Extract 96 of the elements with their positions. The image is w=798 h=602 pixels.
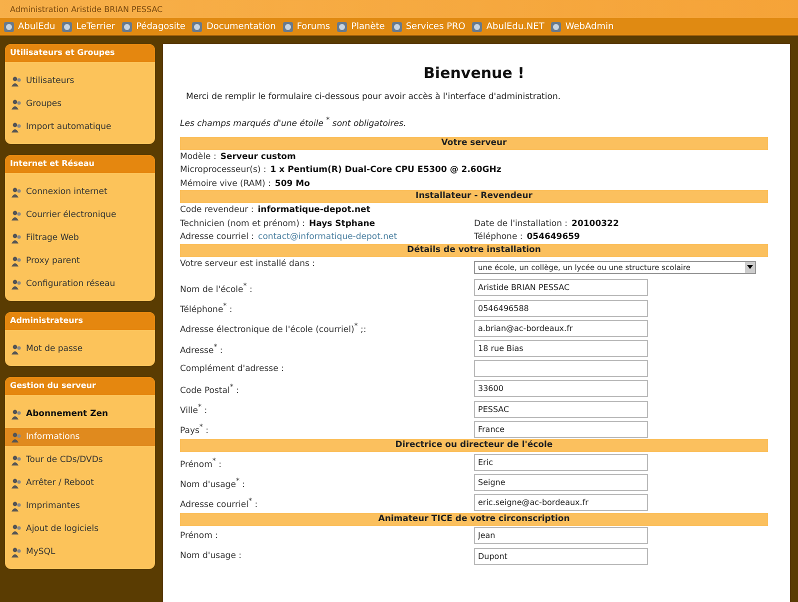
person-icon [11, 122, 22, 132]
email-link[interactable]: contact@informatique-depot.net [258, 232, 398, 242]
person-icon [11, 232, 22, 244]
person-icon [11, 500, 22, 512]
info-label: Microprocesseur(s) : [180, 165, 266, 176]
person-icon [11, 344, 22, 354]
info-value: Hays Stphane [308, 218, 376, 229]
menu-item[interactable]: Mot de passe [5, 340, 155, 358]
section-header: Installateur - Revendeur [180, 190, 768, 204]
section-header: Détails de votre installation [180, 244, 768, 257]
info-label: Date de l'installation : [474, 218, 568, 229]
menu-item[interactable]: Filtrage Web [5, 229, 155, 247]
panel-header: Internet et Réseau [5, 155, 155, 173]
menu-item[interactable]: Connexion internet [5, 183, 155, 201]
info-value: 1 x Pentium(R) Dual-Core CPU E5300 @ 2.60GHz [270, 165, 502, 176]
input-field[interactable]: 33600 [474, 380, 648, 398]
field-label: Adresse$^{*}$ : [180, 342, 224, 356]
menu-item[interactable]: Tour de CDs/DVDs [5, 451, 155, 469]
section-header: Directrice ou directeur de l'école [180, 439, 768, 452]
input-field[interactable]: Dupont [474, 548, 648, 565]
person-icon [11, 408, 22, 420]
panel-header: Administrateurs [5, 312, 155, 330]
info-label: Modèle : [180, 152, 216, 162]
app-icon [191, 20, 204, 32]
app-icon [471, 20, 484, 32]
field-label: Pays$^{*}$ : [180, 422, 210, 436]
app-icon [121, 20, 134, 32]
app-icon [61, 20, 74, 32]
menu-item[interactable]: Groupes [5, 95, 155, 113]
required-note: Les champs marqués d'une étoile $^{*}$ sont obligatoires. [180, 115, 408, 129]
app-icon [282, 20, 294, 32]
field-label: Complément d'adresse : [180, 364, 285, 374]
input-field[interactable]: PESSAC [474, 400, 648, 418]
app-icon [3, 20, 15, 32]
intro-text: Merci de remplir le formulaire ci-dessous pour avoir accès à l'interface d'administration. [186, 92, 562, 102]
field-label: Prénom : [180, 530, 219, 541]
person-icon [11, 186, 22, 198]
menu-item[interactable]: Courrier électronique [5, 206, 155, 224]
info-label: Adresse courriel : [180, 232, 254, 242]
section-header: Animateur TICE de votre circonscription [180, 512, 768, 526]
app-icon [390, 20, 403, 32]
caret-icon [747, 265, 753, 270]
field-label: Prénom$^{*}$ : [180, 456, 223, 470]
field-label: Code Postal$^{*}$ : [180, 382, 240, 396]
person-icon [11, 98, 22, 110]
field-label: Votre serveur est installé dans : [180, 258, 316, 271]
menu-item[interactable]: Configuration réseau [5, 275, 155, 293]
field-label: Ville$^{*}$ : [180, 402, 208, 416]
menu-item[interactable]: Proxy parent [5, 252, 155, 270]
field-label: Nom d'usage : [180, 551, 242, 562]
app-icon [550, 20, 562, 32]
field-label: Téléphone$^{*}$ : [180, 301, 234, 316]
info-label: Téléphone : [474, 232, 523, 242]
person-icon [11, 454, 22, 466]
person-icon [11, 432, 22, 442]
field-label: Adresse courriel$^{*}$ : [180, 496, 259, 510]
input-field[interactable]: eric.seigne@ac-bordeaux.fr [474, 494, 648, 512]
input-field[interactable]: a.brian@ac-bordeaux.fr [474, 320, 648, 337]
input-field[interactable]: Eric [474, 454, 648, 471]
person-icon [11, 524, 22, 534]
person-icon [11, 546, 22, 558]
menu-item[interactable]: Imprimantes [5, 497, 155, 515]
info-value: 509 Mo [274, 178, 310, 189]
field-label: Nom de l'école$^{*}$ : [180, 281, 254, 295]
person-icon [11, 210, 22, 220]
panel-header: Gestion du serveur [5, 377, 155, 395]
input-field[interactable]: 0546496588 [474, 300, 648, 317]
info-value: Serveur custom [220, 152, 296, 162]
menu-item[interactable]: MySQL [5, 543, 155, 561]
site-title: Administration Aristide BRIAN PESSAC [10, 4, 163, 14]
person-icon [11, 478, 22, 488]
info-label: Mémoire vive (RAM) : [180, 178, 271, 189]
person-icon [11, 256, 22, 266]
input-field[interactable]: Aristide BRIAN PESSAC [474, 279, 648, 296]
info-label: Code revendeur : [180, 205, 254, 216]
menu-item[interactable]: Import automatique [5, 118, 155, 136]
menu-item[interactable]: Arrêter / Reboot [5, 474, 155, 492]
input-field[interactable]: 18 rue Bias [474, 340, 648, 357]
menu-item[interactable]: Utilisateurs [5, 72, 155, 90]
person-icon [11, 278, 22, 290]
page-title: Bienvenue ! [422, 64, 526, 82]
menu-item[interactable]: Ajout de logiciels [5, 520, 155, 538]
person-icon [11, 76, 22, 86]
menu-item[interactable]: Abonnement Zen [5, 405, 155, 423]
field-label: Nom d'usage$^{*}$ : [180, 476, 246, 490]
input-field[interactable] [474, 360, 648, 378]
section-header: Votre serveur [180, 136, 768, 150]
info-value: 20100322 [572, 218, 619, 229]
input-field[interactable]: Seigne [474, 474, 648, 492]
info-value: 054649659 [526, 232, 580, 242]
input-field[interactable]: France [474, 420, 648, 438]
info-label: Technicien (nom et prénom) : [180, 218, 305, 229]
field-label: Adresse électronique de l'école (courriel)$^{*}$ ;: [180, 321, 368, 336]
app-icon [336, 20, 348, 32]
info-value: informatique-depot.net [258, 205, 370, 216]
panel-header: Utilisateurs et Groupes [5, 44, 155, 62]
